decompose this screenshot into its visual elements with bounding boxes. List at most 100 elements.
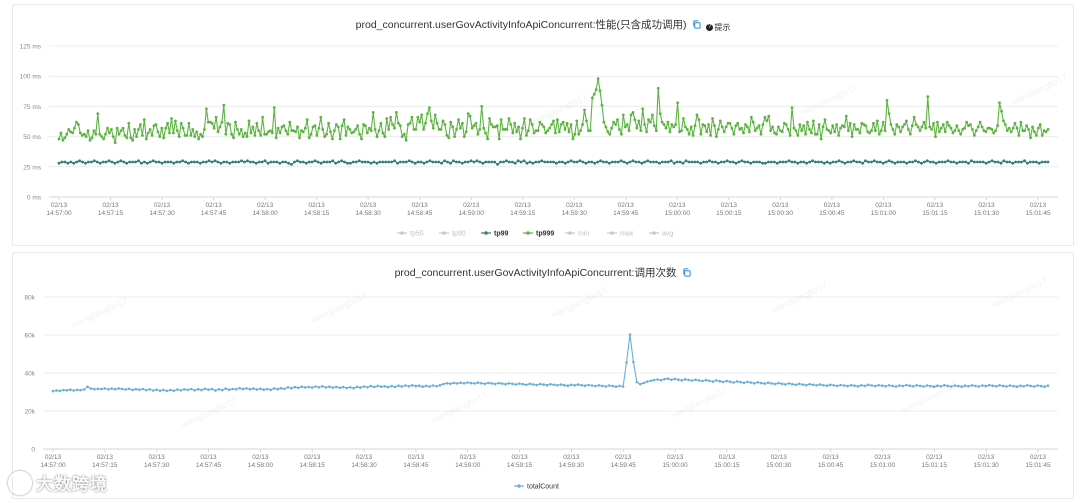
count-x-tick-time: 14:57:15: [92, 462, 118, 469]
perf-tp99-point: [914, 159, 917, 163]
count-totalCount-point: [96, 387, 100, 391]
perf-tp99-point: [843, 161, 847, 165]
perf-tp999-point: [286, 132, 290, 136]
perf-tp999-point: [113, 141, 117, 145]
count-totalCount-point: [200, 388, 203, 392]
perf-tp999-point: [168, 131, 171, 135]
perf-tp999-point: [544, 131, 548, 135]
perf-tp999-point: [148, 128, 152, 131]
perf-tp999-point: [844, 114, 848, 118]
perf-tp999-point: [135, 135, 138, 139]
perf-tp999-point: [241, 135, 245, 139]
perf-tp999-point: [315, 134, 319, 137]
count-totalCount-point: [379, 385, 383, 388]
count-x-tick-time: 15:00:30: [766, 462, 792, 469]
count-totalCount-point: [148, 388, 151, 391]
count-totalCount-point: [89, 387, 93, 390]
count-totalCount-point: [943, 383, 946, 387]
perf-tp99-point: [151, 159, 155, 163]
perf-tp999-point: [447, 136, 451, 140]
perf-tp999-point: [658, 112, 662, 115]
perf-tp99-point: [878, 160, 882, 164]
perf-tp999-point: [482, 126, 486, 130]
perf-tp99-point: [154, 160, 158, 164]
perf-legend-item-tp99[interactable]: tp99: [481, 231, 509, 238]
perf-tp999-point: [131, 138, 135, 142]
perf-tp999-point: [239, 128, 243, 131]
perf-tp999-point: [877, 132, 881, 136]
perf-tp999-point: [1000, 109, 1003, 113]
perf-tp99-point: [811, 159, 814, 163]
perf-tp99-point: [387, 160, 391, 164]
perf-tp999-point: [559, 123, 563, 126]
perf-tp99-point: [349, 161, 352, 165]
count-totalCount-point: [998, 384, 1001, 387]
perf-tp99-point: [237, 160, 241, 164]
perf-tp999-point: [600, 103, 604, 107]
count-totalCount-point: [604, 385, 608, 388]
perf-tp999-point: [301, 130, 305, 134]
perf-tp99-point: [119, 159, 123, 163]
perf-tp99-point: [1028, 160, 1032, 164]
perf-tp999-point: [556, 118, 559, 122]
perf-x-tick-date: 02/13: [772, 202, 789, 209]
count-totalCount-point: [179, 389, 183, 392]
perf-tp999-point: [1029, 136, 1032, 140]
count-totalCount-point: [331, 386, 335, 389]
count-x-tick-time: 14:58:00: [248, 462, 274, 469]
count-totalCount-point: [214, 389, 217, 392]
count-totalCount-point: [404, 384, 407, 387]
perf-tp999-point: [106, 126, 109, 130]
count-totalCount-point: [359, 386, 362, 389]
perf-tp999-point: [61, 138, 65, 142]
perf-x-tick-time: 15:01:15: [922, 210, 948, 217]
perf-tp999-point: [96, 112, 100, 115]
perf-tp999-point: [71, 131, 74, 135]
perf-tp999-point: [875, 119, 879, 123]
perf-x-tick-date: 02/13: [102, 202, 119, 209]
perf-legend-item-min[interactable]: min: [565, 231, 589, 238]
perf-tp99-point: [195, 160, 199, 164]
perf-tp99-point: [354, 160, 358, 164]
perf-tp999-point: [360, 137, 363, 141]
perf-tp99-point: [761, 161, 764, 165]
perf-tp99-point: [1037, 161, 1041, 165]
count-totalCount-point: [894, 385, 898, 388]
perf-legend-item-tp50[interactable]: tp50: [397, 231, 424, 238]
perf-tp99-point: [169, 160, 173, 164]
perf-tp999-point: [682, 117, 685, 120]
count-totalCount-point: [811, 383, 815, 387]
performance-chart-panel: prod_concurrent.userGovActivityInfoApiCo…: [12, 4, 1074, 246]
perf-tp99-point: [864, 159, 867, 163]
perf-tp999-point: [525, 134, 528, 137]
perf-tp99-point: [404, 160, 408, 164]
perf-tp999-point: [404, 138, 408, 142]
perf-tp999-point: [676, 101, 679, 105]
perf-tp999-point: [338, 137, 342, 141]
perf-tp99-point: [281, 160, 285, 164]
count-totalCount-point: [141, 387, 145, 391]
count-totalCount-point: [922, 385, 925, 388]
count-totalCount-point: [977, 385, 981, 388]
perf-tp999-point: [891, 128, 895, 131]
perf-tp999-point: [274, 136, 278, 140]
count-totalCount-point: [635, 380, 639, 384]
perf-tp999-point: [418, 120, 422, 124]
count-totalCount-point: [438, 384, 442, 387]
perf-legend-item-tp999[interactable]: tp999: [523, 231, 554, 238]
count-totalCount-point: [580, 383, 583, 387]
perf-legend-item-avg[interactable]: avg: [649, 231, 673, 238]
count-totalCount-point: [172, 389, 176, 392]
perf-tp999-point: [325, 132, 328, 136]
perf-legend-item-tp90[interactable]: tp90: [439, 231, 466, 238]
perf-legend-label: min: [578, 231, 589, 238]
perf-legend-item-max[interactable]: max: [607, 231, 634, 238]
perf-tp99-point: [1040, 160, 1044, 164]
count-totalCount-point: [587, 383, 590, 387]
perf-tp999-point: [881, 120, 885, 124]
count-totalCount-point: [1001, 384, 1005, 388]
count-legend-item-totalCount[interactable]: totalCount: [514, 484, 559, 491]
perf-tp99-point: [846, 160, 850, 164]
count-totalCount-point: [912, 385, 915, 388]
perf-tp999-point: [963, 126, 966, 130]
